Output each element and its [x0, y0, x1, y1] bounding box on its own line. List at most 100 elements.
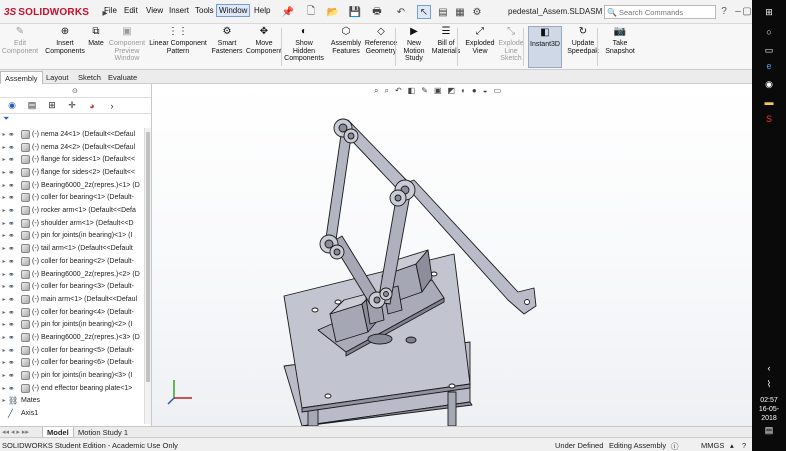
tree-item[interactable]: ▸ ⚭ (-) main arm<1> (Default<<Defaul: [0, 293, 148, 306]
undo-icon[interactable]: ↶: [394, 5, 408, 19]
ribbon-button-motion-study[interactable]: ▶ New Motion Study: [400, 26, 428, 68]
expand-arrow-icon[interactable]: ▸: [0, 144, 8, 151]
expand-arrow-icon[interactable]: ▸: [0, 283, 8, 290]
panel-forward-icon[interactable]: ›: [106, 100, 118, 112]
tree-item[interactable]: ▸ ⚭ (-) coller for bearing<3> (Default-: [0, 280, 148, 293]
ribbon-button-camera[interactable]: 📷 Take Snapshot: [602, 26, 638, 68]
tree-item[interactable]: ▸ ⚭ (-) Bearing6000_2z(repres.)<3> (D: [0, 331, 148, 344]
tab-scroll-arrows-icon[interactable]: ◂◂ ◂ ▸ ▸▸: [2, 428, 29, 436]
ribbon-button-show-hidden[interactable]: ◐ Show Hidden Components: [282, 26, 326, 68]
feature-manager-icon[interactable]: ◉: [6, 100, 18, 112]
tree-item[interactable]: ▸ ⚭ (-) end effector bearing plate<1>: [0, 382, 148, 395]
edge-icon[interactable]: e: [763, 60, 775, 72]
expand-arrow-icon[interactable]: ▸: [0, 169, 8, 176]
rebuild-status-icon[interactable]: ⓘ: [671, 441, 679, 451]
rebuild-icon[interactable]: ▤: [436, 5, 450, 19]
ribbon-button-assembly-features[interactable]: ⬡ Assembly Features: [330, 26, 362, 68]
tree-item[interactable]: ▸ ⚭ (-) rocker arm<1> (Default<<Defa: [0, 204, 148, 217]
expand-arrow-icon[interactable]: ▸: [0, 321, 8, 328]
task-view-icon[interactable]: ▭: [763, 44, 775, 56]
menu-insert[interactable]: Insert: [169, 6, 189, 15]
cortana-icon[interactable]: ○: [763, 26, 775, 38]
expand-arrow-icon[interactable]: ▸: [0, 156, 8, 163]
tree-item[interactable]: ▸ ⚭ (-) flange for sides<1> (Default<<: [0, 153, 148, 166]
ribbon-button-insert-components[interactable]: ⊕ Insert Components: [44, 26, 86, 68]
tab-evaluate[interactable]: Evaluate: [104, 71, 141, 84]
property-manager-icon[interactable]: ▤: [26, 100, 38, 112]
menu-view[interactable]: View: [146, 6, 163, 15]
scrollbar-thumb[interactable]: [146, 132, 150, 382]
tree-item[interactable]: ▸ ⚭ (-) coller for bearing<5> (Default-: [0, 344, 148, 357]
tree-item[interactable]: ▸ ⚭ (-) pin for joints(in bearing)<2> (I: [0, 319, 148, 332]
ribbon-button-exploded-view[interactable]: ⤢ Exploded View: [464, 26, 496, 68]
ribbon-button-smart-fasteners[interactable]: ⚙ Smart Fasteners: [210, 26, 244, 68]
expand-arrow-icon[interactable]: ▸: [0, 245, 8, 252]
tab-layout[interactable]: Layout: [42, 71, 73, 84]
ribbon-button-preview-window[interactable]: ▣ Component Preview Window: [108, 26, 146, 68]
solidworks-taskbar-icon[interactable]: S: [763, 113, 775, 125]
system-clock[interactable]: 02:57 16-05-2018: [752, 396, 786, 423]
tree-item[interactable]: ▸ ⚭ (-) tail arm<1> (Default<<Default: [0, 242, 148, 255]
ribbon-button-move-component[interactable]: ✥ Move Component: [246, 26, 282, 68]
tree-item[interactable]: ▸ ⚭ (-) Bearing6000_2z(repres.)<2> (D: [0, 268, 148, 281]
expand-arrow-icon[interactable]: ▸: [0, 334, 8, 341]
chrome-icon[interactable]: ◉: [763, 78, 775, 90]
ribbon-button-reference-geometry[interactable]: ◇ Reference Geometry: [364, 26, 398, 68]
expand-arrow-icon[interactable]: ▸: [0, 220, 8, 227]
unit-system[interactable]: MMGS: [701, 441, 724, 450]
tree-item[interactable]: ▸ ⚭ (-) nema 24<2> (Default<<Defaul: [0, 141, 148, 154]
filter-icon[interactable]: ⏷: [3, 114, 9, 123]
expand-arrow-icon[interactable]: ▸: [0, 347, 8, 354]
print-icon[interactable]: 🖶: [370, 5, 384, 19]
menu-edit[interactable]: Edit: [124, 6, 138, 15]
notifications-icon[interactable]: ▤: [763, 424, 775, 436]
expand-arrow-icon[interactable]: ▸: [0, 271, 8, 278]
network-icon[interactable]: ⌇: [763, 378, 775, 390]
ribbon-button-explode-line[interactable]: ⤡ Explode Line Sketch: [496, 26, 526, 68]
expand-arrow-icon[interactable]: ▸: [0, 194, 8, 201]
solidworks-logo[interactable]: 3S SOLIDWORKS: [4, 5, 89, 19]
options-gear-icon[interactable]: ⚙: [470, 5, 484, 19]
ribbon-button-mate[interactable]: ⧉ Mate: [86, 26, 106, 68]
tree-item[interactable]: ▸ ⚭ (-) nema 24<1> (Default<<Defaul: [0, 128, 148, 141]
restore-icon[interactable]: ▢: [742, 3, 752, 19]
expand-arrow-icon[interactable]: ▸: [0, 296, 8, 303]
expand-arrow-icon[interactable]: ▸: [0, 258, 8, 265]
collapse-handle-icon[interactable]: ⊙: [72, 87, 78, 95]
tree-filter[interactable]: ⏷: [0, 114, 151, 126]
help-status-icon[interactable]: ?: [742, 441, 746, 450]
ribbon-button-linear-pattern[interactable]: ⋮⋮ Linear Component Pattern: [148, 26, 208, 68]
tree-item[interactable]: ▸ ⚭ (-) flange for sides<2> (Default<<: [0, 166, 148, 179]
windows-start-icon[interactable]: ⊞: [763, 6, 775, 18]
unit-dropdown-icon[interactable]: ▴: [730, 441, 734, 450]
pin-menu-icon[interactable]: 📌: [281, 5, 295, 19]
menu-help[interactable]: Help: [254, 6, 270, 15]
graphics-area[interactable]: ⌕ ⌕ ↶ ◧ ✎ ▣ ◩ ◐ ● ◒ ▭: [152, 84, 752, 426]
file-explorer-icon[interactable]: ▬: [763, 96, 775, 108]
menu-window[interactable]: Window: [216, 4, 251, 17]
tree-item[interactable]: ▸ ⚭ (-) coller for bearing<4> (Default-: [0, 306, 148, 319]
expand-arrow-icon[interactable]: ▸: [0, 397, 8, 404]
expand-arrow-icon[interactable]: ▸: [0, 372, 8, 379]
search-input[interactable]: [618, 7, 709, 17]
tab-sketch[interactable]: Sketch: [74, 71, 105, 84]
file-properties-icon[interactable]: ▦: [453, 5, 467, 19]
menu-file[interactable]: File: [104, 6, 117, 15]
tree-item[interactable]: ▸ ⚭ (-) coller for bearing<1> (Default-: [0, 192, 148, 205]
dimxpert-icon[interactable]: ✛: [66, 100, 78, 112]
expand-arrow-icon[interactable]: ▸: [0, 232, 8, 239]
expand-arrow-icon[interactable]: ▸: [0, 131, 8, 138]
expand-arrow-icon[interactable]: ▸: [0, 359, 8, 366]
ribbon-button-instant3d[interactable]: ◧ Instant3D: [528, 26, 562, 68]
select-pointer-icon[interactable]: ↖: [417, 5, 431, 19]
search-commands-box[interactable]: 🔍: [604, 5, 716, 19]
expand-arrow-icon[interactable]: ▸: [0, 182, 8, 189]
expand-arrow-icon[interactable]: ▸: [0, 207, 8, 214]
robot-arm-model[interactable]: [152, 84, 752, 426]
configuration-manager-icon[interactable]: ⊞: [46, 100, 58, 112]
ribbon-button-speedpak[interactable]: ↻ Update Speedpak: [566, 26, 600, 68]
ribbon-button-edit-component[interactable]: ✎ Edit Component: [2, 26, 38, 68]
expand-arrow-icon[interactable]: ▸: [0, 309, 8, 316]
tree-item-axis[interactable]: ╱ Axis1: [0, 407, 148, 420]
tree-item[interactable]: ▸ ⚭ (-) pin for joints(in bearing)<3> (I: [0, 369, 148, 382]
